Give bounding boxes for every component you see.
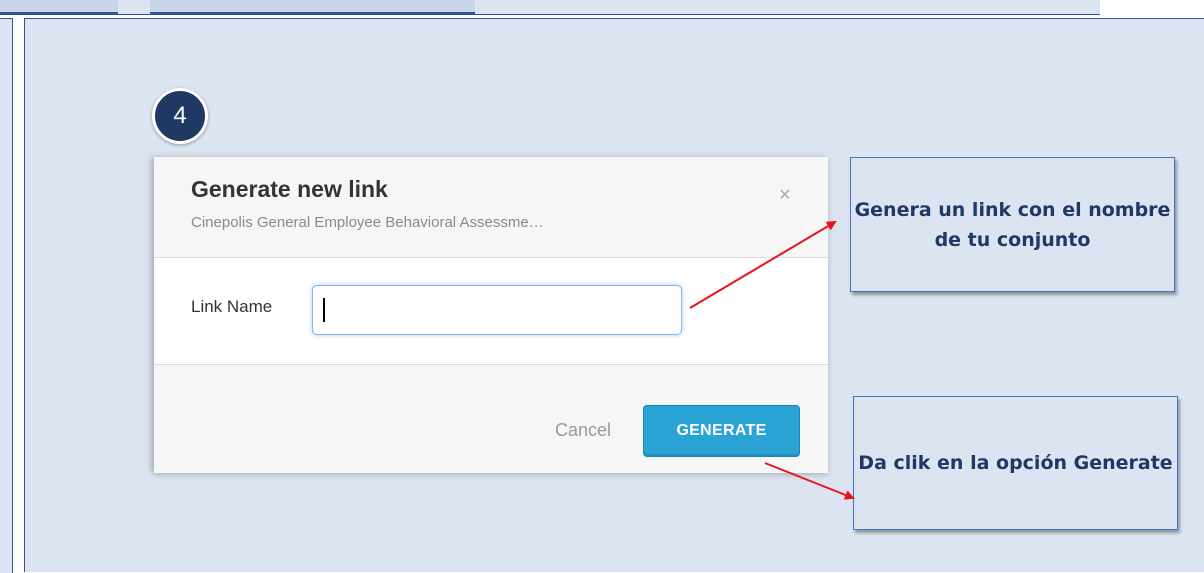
- dialog-subtitle: Cinepolis General Employee Behavioral As…: [191, 214, 544, 231]
- dialog-header: Generate new link Cinepolis General Empl…: [154, 157, 828, 258]
- cancel-button[interactable]: Cancel: [555, 420, 611, 441]
- top-tab-left: [0, 0, 118, 15]
- top-tab-middle: [150, 0, 475, 15]
- generate-link-dialog: Generate new link Cinepolis General Empl…: [154, 157, 828, 473]
- callout-generate-text: Da clik en la opción Generate: [858, 452, 1173, 474]
- dialog-footer: Cancel GENERATE: [154, 364, 828, 473]
- generate-button[interactable]: GENERATE: [643, 405, 800, 457]
- link-name-input[interactable]: [312, 285, 682, 335]
- top-strip: [0, 0, 1100, 15]
- callout-generate: Da clik en la opción Generate: [853, 396, 1178, 530]
- callout-link-name: Genera un link con el nombre de tu conju…: [850, 157, 1175, 292]
- link-name-label: Link Name: [191, 297, 273, 316]
- step-badge: 4: [152, 88, 208, 144]
- close-icon[interactable]: ×: [779, 184, 791, 207]
- text-caret: [323, 298, 325, 322]
- callout-link-name-text: Genera un link con el nombre de tu conju…: [854, 198, 1171, 251]
- left-panel: [0, 18, 13, 573]
- dialog-title: Generate new link: [191, 176, 388, 202]
